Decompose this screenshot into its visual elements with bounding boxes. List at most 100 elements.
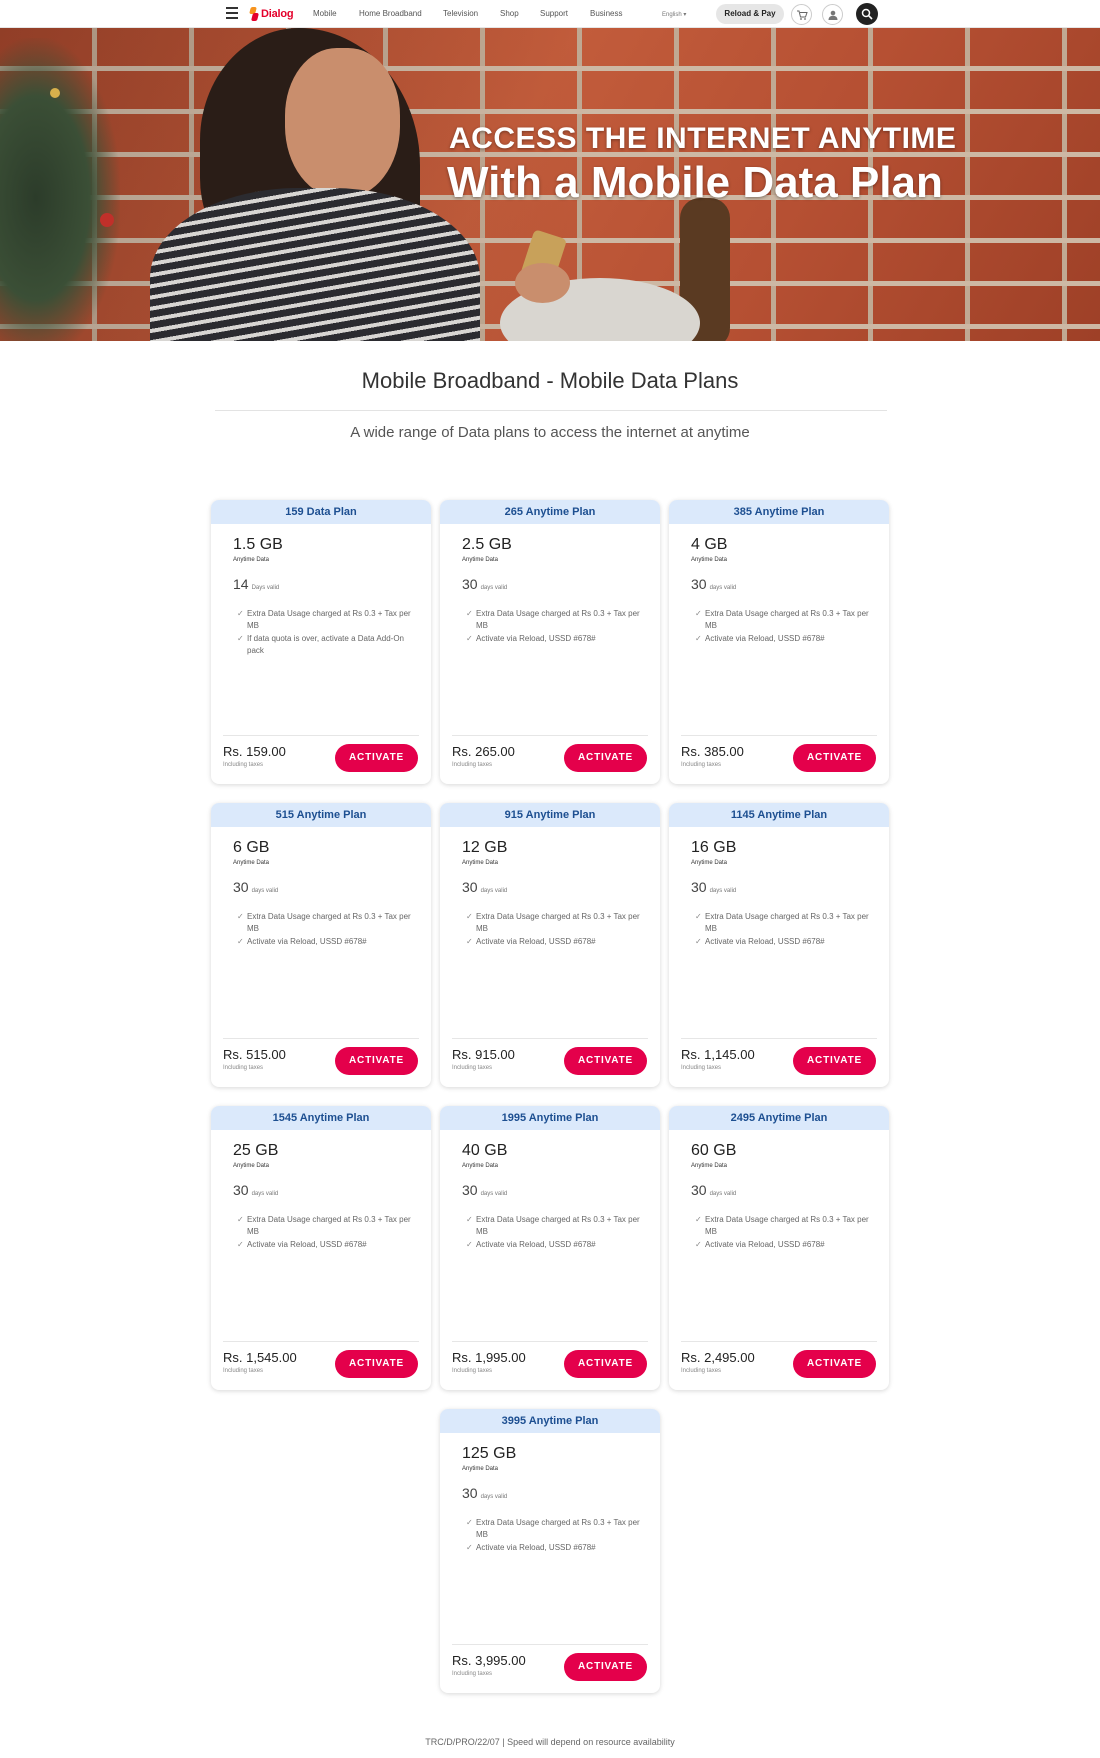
plan-data-amount: 125 GB [462,1445,517,1462]
plan-validity: 14 Days valid [233,576,279,592]
plan-divider [681,1038,877,1039]
plan-feature: Extra Data Usage charged at Rs 0.3 + Tax… [237,911,413,935]
nav-link-support[interactable]: Support [540,9,568,18]
plan-price: Rs. 2,495.00 [681,1350,755,1365]
activate-button[interactable]: ACTIVATE [335,744,418,772]
plan-divider [452,1038,648,1039]
plan-feature: Activate via Reload, USSD #678# [466,1542,642,1554]
plan-card: 915 Anytime Plan 12 GB Anytime Data 30 da… [440,803,660,1087]
plan-card: 159 Data Plan 1.5 GB Anytime Data 14 Days… [211,500,431,784]
activate-button[interactable]: ACTIVATE [564,1047,647,1075]
plan-days: 30 [691,576,707,592]
plan-feature: Extra Data Usage charged at Rs 0.3 + Tax… [466,1517,642,1541]
activate-button[interactable]: ACTIVATE [335,1350,418,1378]
plan-data-amount: 6 GB [233,839,270,856]
plan-validity: 30 days valid [462,1182,507,1198]
plan-data-amount: 40 GB [462,1142,508,1159]
plan-feature: Extra Data Usage charged at Rs 0.3 + Tax… [466,1214,642,1238]
search-button[interactable] [856,3,878,25]
plan-divider [452,1644,648,1645]
nav-link-business[interactable]: Business [590,9,622,18]
plan-days: 14 [233,576,249,592]
nav-link-shop[interactable]: Shop [500,9,519,18]
activate-button[interactable]: ACTIVATE [335,1047,418,1075]
top-nav: Dialog Mobile Home Broadband Television … [0,0,1100,28]
plan-feature: Activate via Reload, USSD #678# [466,1239,642,1251]
plan-price: Rs. 265.00 [452,744,515,759]
plan-name: 1995 Anytime Plan [440,1106,660,1130]
plan-days-label: days valid [480,1494,508,1500]
plan-card: 2495 Anytime Plan 60 GB Anytime Data 30 d… [669,1106,889,1390]
plan-data-amount: 25 GB [233,1142,279,1159]
hero-banner: ACCESS THE INTERNET ANYTIME With a Mobil… [0,28,1100,341]
hero-subheading: With a Mobile Data Plan [447,158,943,207]
plan-tax-note: Including taxes [223,1368,264,1374]
plan-price: Rs. 515.00 [223,1047,286,1062]
christmas-tree-image [0,38,120,341]
logo-mark-icon [249,7,259,21]
plan-name: 2495 Anytime Plan [669,1106,889,1130]
plan-data-label: Anytime Data [462,860,499,866]
nav-link-television[interactable]: Television [443,9,478,18]
plan-divider [681,1341,877,1342]
plan-data-label: Anytime Data [233,860,270,866]
plan-validity: 30 days valid [462,576,507,592]
plan-tax-note: Including taxes [681,762,722,768]
activate-button[interactable]: ACTIVATE [564,744,647,772]
plan-feature: Extra Data Usage charged at Rs 0.3 + Tax… [695,911,871,935]
plan-feature: Extra Data Usage charged at Rs 0.3 + Tax… [695,1214,871,1238]
page-subtitle: A wide range of Data plans to access the… [350,424,750,441]
cart-button[interactable] [791,4,812,25]
plan-feature: Extra Data Usage charged at Rs 0.3 + Tax… [695,608,871,632]
activate-button[interactable]: ACTIVATE [793,1350,876,1378]
logo-text: Dialog [261,8,294,20]
plan-feature: Extra Data Usage charged at Rs 0.3 + Tax… [237,608,413,632]
plan-feature-list: Extra Data Usage charged at Rs 0.3 + Tax… [466,1214,642,1252]
plan-feature-list: Extra Data Usage charged at Rs 0.3 + Tax… [466,911,642,949]
dialog-logo[interactable]: Dialog [249,6,294,22]
plan-price: Rs. 3,995.00 [452,1653,526,1668]
plan-feature-list: Extra Data Usage charged at Rs 0.3 + Tax… [237,911,413,949]
plan-days: 30 [462,1182,478,1198]
plan-days: 30 [462,1485,478,1501]
plan-data-amount: 2.5 GB [462,536,512,553]
plan-card: 1995 Anytime Plan 40 GB Anytime Data 30 d… [440,1106,660,1390]
account-button[interactable] [822,4,843,25]
plan-feature-list: Extra Data Usage charged at Rs 0.3 + Tax… [695,911,871,949]
plan-divider [452,1341,648,1342]
plan-price: Rs. 1,145.00 [681,1047,755,1062]
plan-feature-list: Extra Data Usage charged at Rs 0.3 + Tax… [237,1214,413,1252]
plan-card: 3995 Anytime Plan 125 GB Anytime Data 30… [440,1409,660,1693]
ornament-image [100,213,114,227]
menu-icon[interactable] [226,7,238,21]
activate-button[interactable]: ACTIVATE [793,1047,876,1075]
plan-data-label: Anytime Data [462,1466,499,1472]
nav-link-mobile[interactable]: Mobile [313,9,337,18]
plan-price: Rs. 159.00 [223,744,286,759]
plan-card: 1145 Anytime Plan 16 GB Anytime Data 30 d… [669,803,889,1087]
plan-feature: Activate via Reload, USSD #678# [466,633,642,645]
plan-days-label: days valid [251,888,279,894]
plan-name: 3995 Anytime Plan [440,1409,660,1433]
plan-card: 265 Anytime Plan 2.5 GB Anytime Data 30 d… [440,500,660,784]
activate-button[interactable]: ACTIVATE [564,1653,647,1681]
plan-feature-list: Extra Data Usage charged at Rs 0.3 + Tax… [695,608,871,646]
language-select[interactable]: English ▾ [662,11,686,18]
plan-days-label: days valid [709,888,737,894]
activate-button[interactable]: ACTIVATE [793,744,876,772]
plan-days-label: days valid [480,1191,508,1197]
activate-button[interactable]: ACTIVATE [564,1350,647,1378]
hero-heading: ACCESS THE INTERNET ANYTIME [449,122,957,155]
nav-link-home-broadband[interactable]: Home Broadband [359,9,422,18]
hero-face-image [285,48,400,198]
plan-tax-note: Including taxes [452,1065,493,1071]
plan-feature: Extra Data Usage charged at Rs 0.3 + Tax… [466,608,642,632]
plan-name: 385 Anytime Plan [669,500,889,524]
reload-pay-button[interactable]: Reload & Pay [716,4,784,24]
plan-days: 30 [462,576,478,592]
plan-card: 1545 Anytime Plan 25 GB Anytime Data 30 d… [211,1106,431,1390]
plan-feature: Activate via Reload, USSD #678# [695,1239,871,1251]
plan-days-label: days valid [709,585,737,591]
plan-days-label: days valid [480,888,508,894]
plan-tax-note: Including taxes [452,762,493,768]
